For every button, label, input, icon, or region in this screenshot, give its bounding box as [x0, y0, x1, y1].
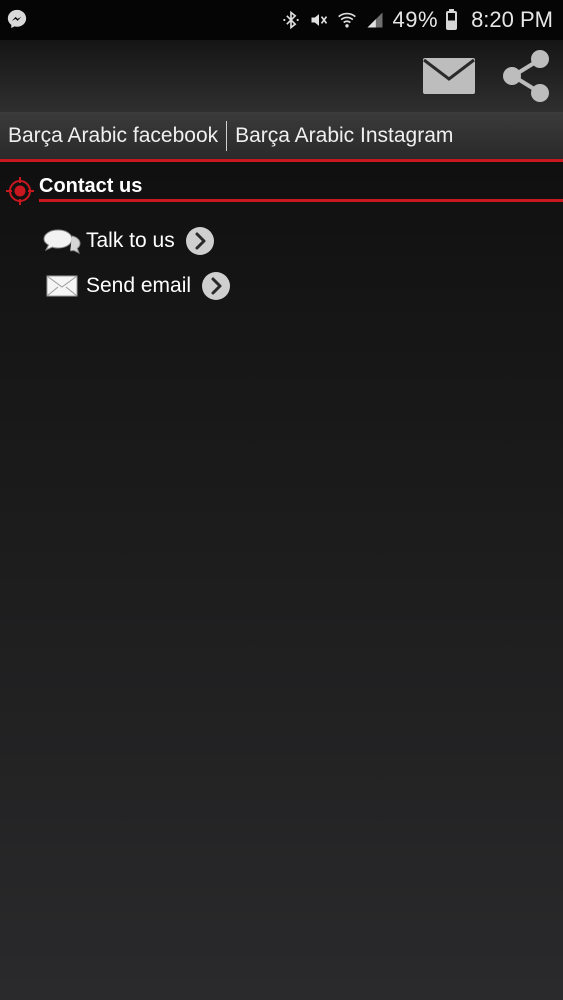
status-icons: 49% 8:20 PM: [281, 4, 553, 36]
signal-icon: [367, 12, 383, 28]
section-underline: [39, 199, 563, 202]
talk-to-us-label: Talk to us: [86, 229, 175, 252]
bluetooth-icon: [282, 10, 299, 30]
battery-percentage: 49%: [392, 7, 439, 32]
battery-icon: [446, 8, 458, 30]
messenger-icon: [7, 9, 27, 29]
target-icon: [6, 177, 34, 205]
share-icon[interactable]: [500, 48, 552, 104]
chat-bubbles-icon: [42, 226, 82, 256]
mail-icon[interactable]: [422, 57, 476, 95]
social-links-bar: Barça Arabic facebook Barça Arabic Insta…: [0, 113, 563, 162]
chevron-right-icon[interactable]: [185, 226, 215, 256]
wifi-icon: [337, 12, 356, 28]
mute-icon: [311, 14, 327, 26]
send-email-item[interactable]: Send email: [42, 269, 231, 303]
clock: 8:20 PM: [471, 7, 553, 32]
section-title: Contact us: [39, 175, 143, 197]
send-email-label: Send email: [86, 274, 192, 297]
instagram-link[interactable]: Barça Arabic Instagram: [227, 124, 461, 148]
envelope-icon: [42, 271, 82, 301]
chevron-right-icon[interactable]: [201, 271, 231, 301]
facebook-link[interactable]: Barça Arabic facebook: [0, 124, 226, 148]
talk-to-us-item[interactable]: Talk to us: [42, 224, 215, 258]
action-bar: [0, 40, 563, 113]
status-bar: 49% 8:20 PM: [0, 0, 563, 40]
